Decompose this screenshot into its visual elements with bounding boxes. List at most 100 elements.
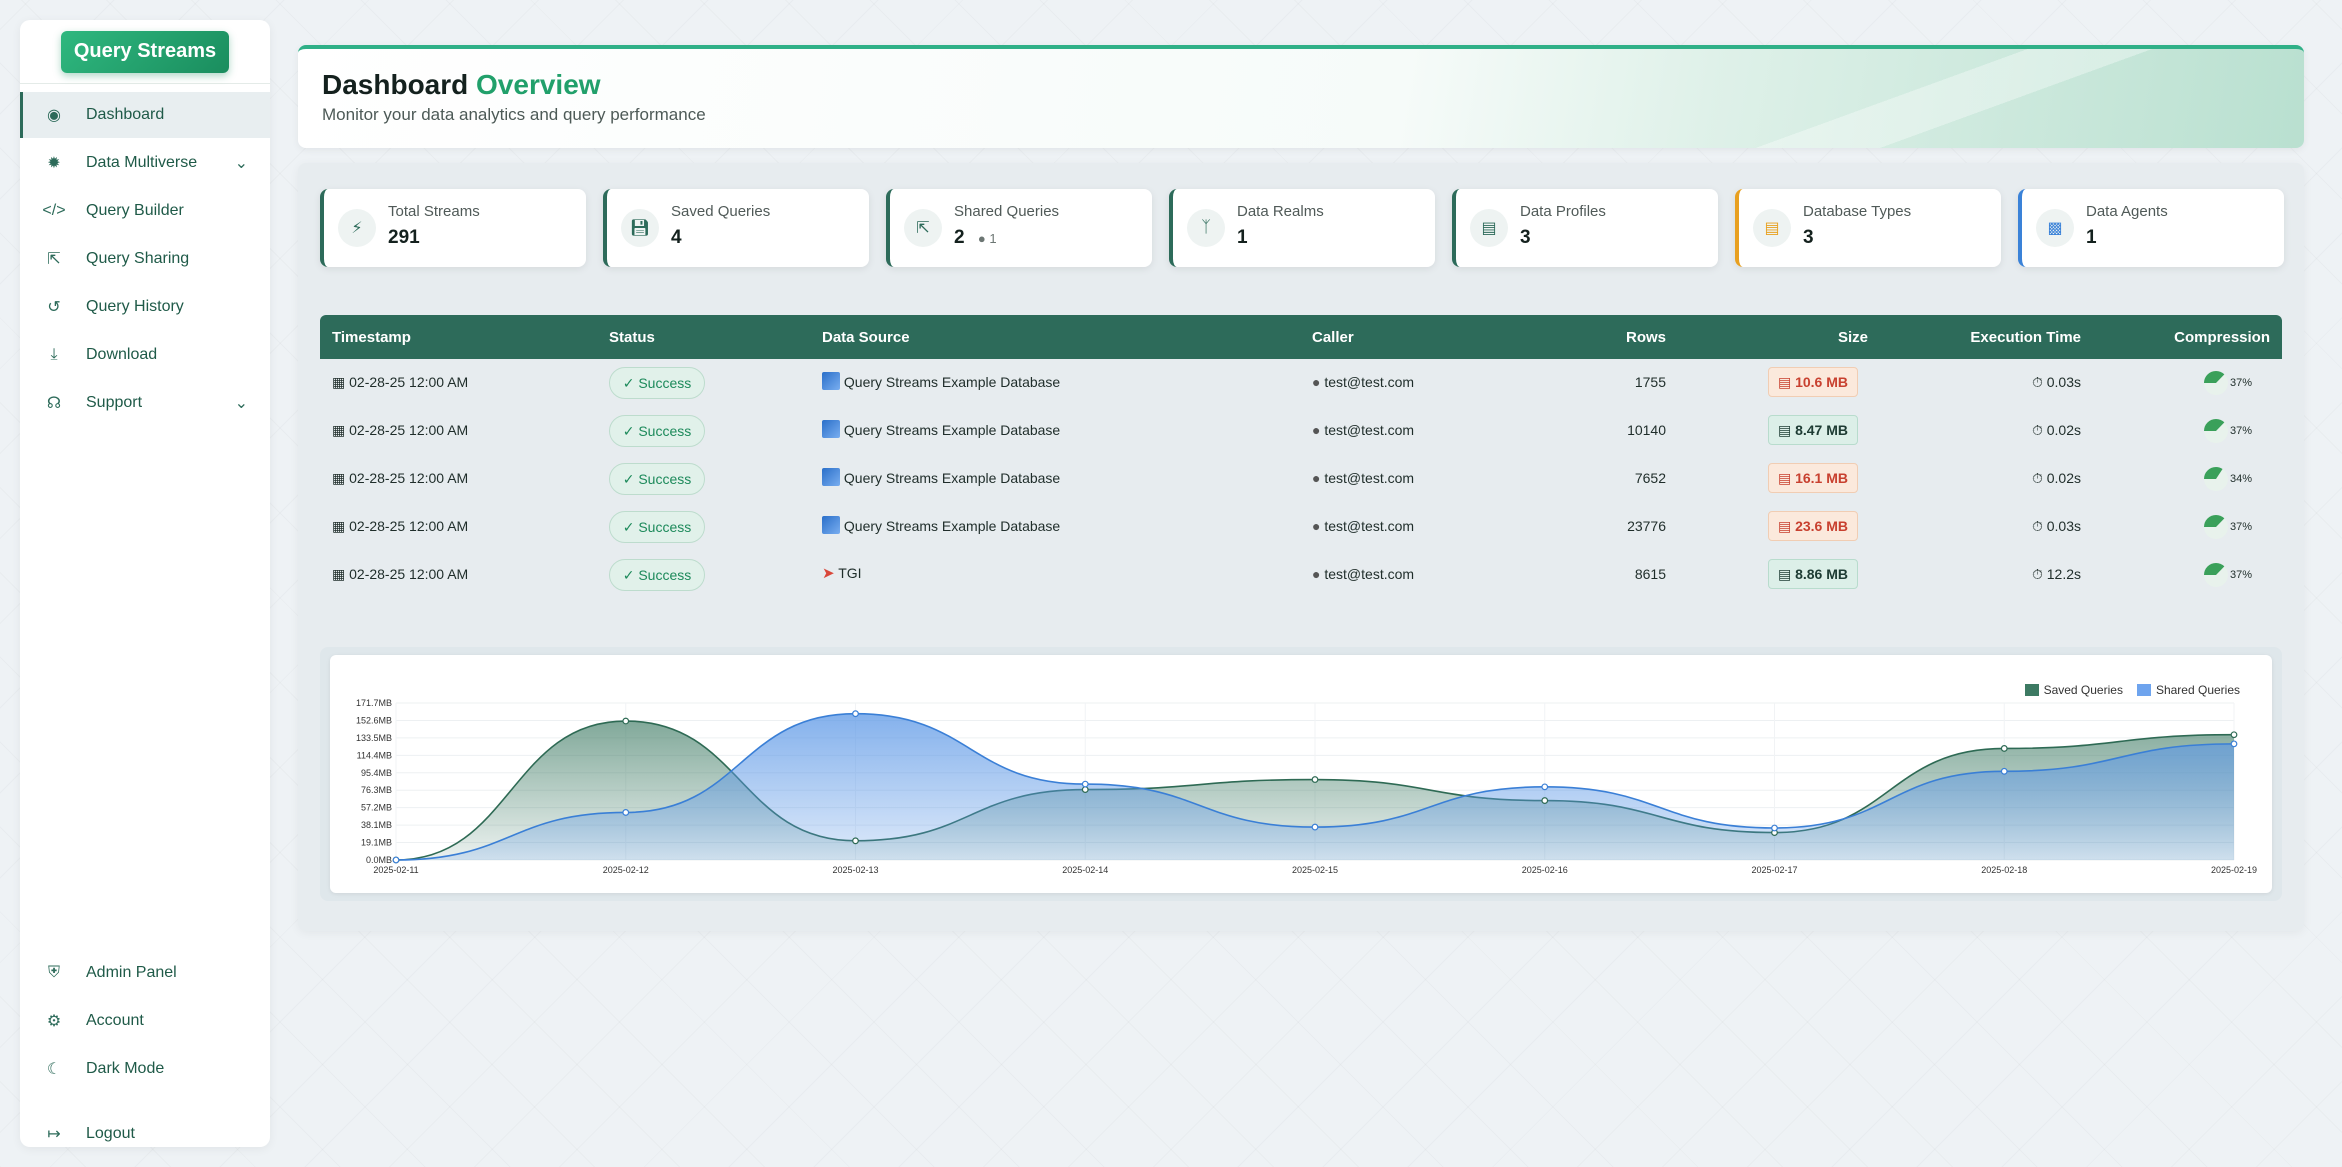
column-header-size[interactable]: Size bbox=[1838, 329, 1868, 346]
stat-label: Total Streams bbox=[388, 203, 480, 220]
stat-card-data-profiles[interactable]: ▤ Data Profiles 3 bbox=[1452, 189, 1718, 267]
timestamp-cell: ▦ 02-28-25 12:00 AM bbox=[332, 518, 468, 535]
data-point-saved[interactable] bbox=[622, 717, 630, 725]
user-icon: ● bbox=[1312, 422, 1321, 438]
stat-card-data-agents[interactable]: ▩ Data Agents 1 bbox=[2018, 189, 2284, 267]
column-header-caller[interactable]: Caller bbox=[1312, 329, 1354, 346]
sidebar-item-label: Admin Panel bbox=[86, 964, 177, 981]
stat-label: Data Agents bbox=[2086, 203, 2168, 220]
sidebar-item-logout[interactable]: ↦ Logout bbox=[20, 1111, 270, 1157]
table-header: Timestamp Status Data Source Caller Rows… bbox=[320, 315, 2282, 359]
stat-value: 3 bbox=[1520, 227, 1531, 248]
execution-time-cell: ⏱︎ 12.2s bbox=[2032, 566, 2081, 583]
compression-value: 37% bbox=[2229, 425, 2252, 437]
robot-icon: ▩ bbox=[2036, 209, 2074, 247]
data-point-saved[interactable] bbox=[2230, 731, 2238, 739]
compression-pie bbox=[2204, 419, 2228, 443]
area-chart: 0.0MB 19.1MB 38.1MB 57.2MB 76.3MB 95.4MB 114.4… bbox=[356, 698, 2257, 875]
data-point-saved[interactable] bbox=[1541, 797, 1549, 804]
legend-label: Saved Queries bbox=[2043, 683, 2123, 697]
column-header-data-source[interactable]: Data Source bbox=[822, 329, 910, 346]
data-point-shared[interactable] bbox=[392, 856, 400, 864]
y-tick-label: 152.6MB bbox=[356, 715, 392, 725]
stat-card-saved-queries[interactable]: 💾︎ Saved Queries 4 bbox=[603, 189, 869, 267]
stat-card-database-types[interactable]: ▤ Database Types 3 bbox=[1735, 189, 2001, 267]
stopwatch-icon: ⏱︎ bbox=[2031, 566, 2043, 582]
data-point-shared[interactable] bbox=[2000, 767, 2008, 775]
data-source-cell: Query Streams Example Database bbox=[822, 372, 1060, 390]
data-source-value: Query Streams Example Database bbox=[843, 470, 1061, 486]
user-cog-icon: ⚙ bbox=[46, 1013, 62, 1030]
sidebar-item-label: Data Multiverse bbox=[86, 154, 198, 171]
legend-item-shared[interactable]: Shared Queries bbox=[2136, 683, 2240, 697]
execution-time-cell: ⏱︎ 0.02s bbox=[2032, 470, 2081, 487]
sidebar-item-label: Dashboard bbox=[86, 106, 165, 123]
sidebar-item-data-multiverse[interactable]: ✹ Data Multiverse ⌄ bbox=[20, 140, 270, 186]
sidebar-item-query-builder[interactable]: </> Query Builder bbox=[20, 188, 270, 234]
table-row[interactable]: ▦ 02-28-25 12:00 AM ✓ Success ➤ TGI ● test@… bbox=[320, 551, 2282, 599]
stat-card-shared-queries[interactable]: ⇱ Shared Queries 2 ● 1 bbox=[886, 189, 1152, 267]
table-row[interactable]: ▦ 02-28-25 12:00 AM ✓ Success Query Strea… bbox=[320, 359, 2282, 407]
column-header-execution-time[interactable]: Execution Time bbox=[1970, 329, 2081, 346]
column-header-timestamp[interactable]: Timestamp bbox=[332, 329, 411, 346]
share-icon: ⇱ bbox=[47, 251, 61, 268]
chevron-down-icon[interactable]: ⌄ bbox=[235, 153, 248, 173]
sidebar-item-admin-panel[interactable]: ⛨ Admin Panel bbox=[20, 950, 270, 996]
compression-pie bbox=[2204, 467, 2228, 491]
data-point-saved[interactable] bbox=[1311, 776, 1319, 783]
column-header-status[interactable]: Status bbox=[609, 329, 655, 346]
compression-pie bbox=[2204, 563, 2228, 587]
data-point-saved[interactable] bbox=[2000, 745, 2008, 752]
sidebar-item-query-history[interactable]: ↺ Query History bbox=[20, 284, 270, 330]
data-point-shared[interactable] bbox=[852, 710, 859, 718]
sidebar-item-download[interactable]: ⤓ Download bbox=[20, 332, 270, 378]
table-row[interactable]: ▦ 02-28-25 12:00 AM ✓ Success Query Strea… bbox=[320, 503, 2282, 551]
data-source-cell: Query Streams Example Database bbox=[822, 468, 1060, 486]
data-point-shared[interactable] bbox=[622, 809, 630, 816]
legend-item-saved[interactable]: Saved Queries bbox=[2024, 683, 2123, 697]
stat-card-total-streams[interactable]: ⚡︎ Total Streams 291 bbox=[320, 189, 586, 267]
compression-pie bbox=[2204, 515, 2228, 539]
status-badge: ✓ Success bbox=[609, 463, 705, 495]
stat-card-data-realms[interactable]: ᛉ Data Realms 1 bbox=[1169, 189, 1435, 267]
status-value: Success bbox=[638, 471, 692, 487]
data-point-shared[interactable] bbox=[1311, 823, 1319, 831]
x-tick-label: 2025-02-13 bbox=[832, 865, 878, 875]
brand-logo-button[interactable]: Query Streams bbox=[61, 30, 229, 73]
status-badge: ✓ Success bbox=[609, 511, 705, 543]
data-point-saved[interactable] bbox=[1081, 786, 1089, 793]
query-history-table: Timestamp Status Data Source Caller Rows… bbox=[320, 315, 2282, 599]
execution-time-value: 0.03s bbox=[2046, 518, 2081, 534]
sidebar-item-label: Query Sharing bbox=[86, 250, 190, 267]
data-point-shared[interactable] bbox=[2230, 740, 2238, 748]
data-point-shared[interactable] bbox=[1771, 824, 1778, 832]
data-point-shared[interactable] bbox=[1081, 780, 1089, 788]
chevron-down-icon[interactable]: ⌄ bbox=[235, 393, 248, 413]
data-point-shared[interactable] bbox=[1541, 783, 1549, 791]
y-tick-label: 171.7MB bbox=[356, 698, 392, 708]
bolt-icon: ⚡︎ bbox=[338, 209, 376, 247]
sidebar-item-support[interactable]: ☊ Support ⌄ bbox=[20, 380, 270, 426]
sidebar-item-account[interactable]: ⚙ Account bbox=[20, 998, 270, 1044]
stat-value: 291 bbox=[388, 227, 420, 248]
sidebar-item-dashboard[interactable]: ◉ Dashboard bbox=[20, 92, 270, 138]
size-value: 8.47 MB bbox=[1795, 422, 1849, 438]
table-row[interactable]: ▦ 02-28-25 12:00 AM ✓ Success Query Strea… bbox=[320, 407, 2282, 455]
table-row[interactable]: ▦ 02-28-25 12:00 AM ✓ Success Query Strea… bbox=[320, 455, 2282, 503]
x-tick-label: 2025-02-15 bbox=[1292, 865, 1338, 875]
timestamp-cell: ▦ 02-28-25 12:00 AM bbox=[332, 566, 468, 583]
calendar-icon: ▦ bbox=[332, 470, 346, 486]
data-source-cell: ➤ TGI bbox=[822, 564, 862, 582]
stat-sub-value: 1 bbox=[989, 231, 997, 246]
check-icon: ✓ bbox=[622, 566, 635, 583]
status-badge: ✓ Success bbox=[609, 559, 705, 591]
sidebar-item-dark-mode[interactable]: ☾ Dark Mode bbox=[20, 1046, 270, 1092]
sidebar-item-query-sharing[interactable]: ⇱ Query Sharing bbox=[20, 236, 270, 282]
data-point-saved[interactable] bbox=[852, 837, 859, 845]
compression-value: 34% bbox=[2229, 473, 2252, 485]
stat-value: 3 bbox=[1803, 227, 1814, 248]
headset-icon: ☊ bbox=[46, 395, 62, 412]
size-badge: ▤ 23.6 MB bbox=[1768, 511, 1858, 541]
column-header-rows[interactable]: Rows bbox=[1626, 329, 1666, 346]
column-header-compression[interactable]: Compression bbox=[2174, 329, 2270, 346]
